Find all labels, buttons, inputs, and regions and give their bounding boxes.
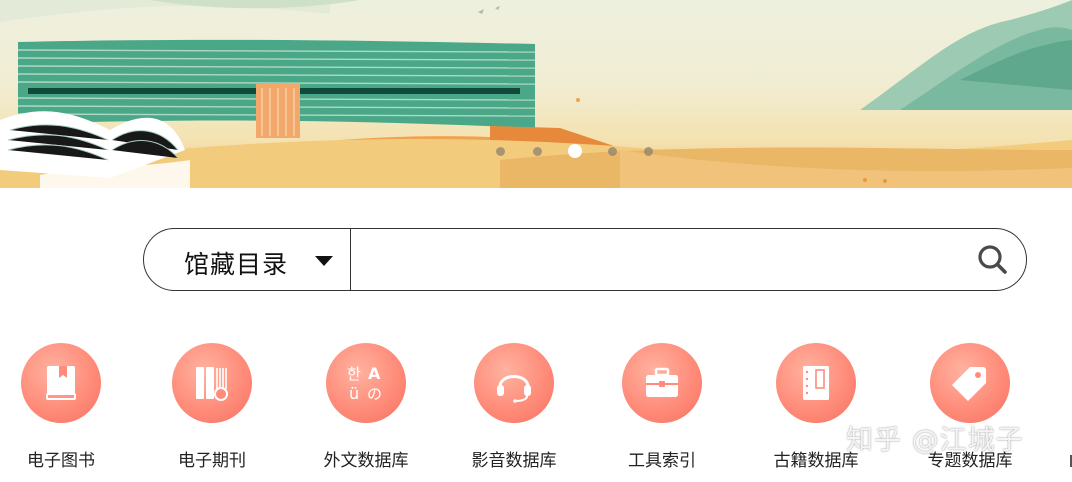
hero-banner[interactable]	[0, 0, 1072, 188]
foreign-language-icon: 한 A ü の	[347, 364, 382, 403]
tag-icon-circle	[930, 343, 1010, 423]
toolbox-icon-circle	[622, 343, 702, 423]
headphones-icon	[497, 375, 531, 403]
search-input[interactable]	[354, 235, 968, 285]
category-ejournals[interactable]: 电子期刊	[142, 343, 282, 473]
category-av-db[interactable]: 影音数据库	[444, 343, 584, 473]
banner-illustration	[0, 0, 1072, 188]
foreign-language-icon-circle: 한 A ü の	[326, 343, 406, 423]
journal-icon	[196, 367, 228, 401]
search-icon	[978, 245, 1007, 274]
carousel-dot[interactable]	[496, 147, 505, 156]
svg-text:한: 한	[347, 365, 361, 383]
category-label: 影音数据库	[471, 451, 557, 471]
ebook-icon-circle	[21, 343, 101, 423]
carousel-dot-active[interactable]	[568, 144, 582, 158]
carousel-dot[interactable]	[608, 147, 617, 156]
carousel-dot[interactable]	[533, 147, 542, 156]
headphones-icon-circle	[474, 343, 554, 423]
category-tools-index[interactable]: 工具索引	[592, 343, 732, 473]
category-label: 外文数据库	[323, 451, 409, 471]
category-ebooks[interactable]: 电子图书	[0, 343, 131, 473]
toolbox-icon	[646, 367, 678, 397]
search-bar: 馆藏目录	[143, 228, 1027, 291]
svg-text:A: A	[368, 364, 381, 383]
search-type-dropdown[interactable]: 馆藏目录	[144, 229, 351, 290]
tag-icon	[952, 367, 986, 401]
category-label: 电子图书	[27, 451, 95, 471]
ancient-book-icon	[803, 366, 829, 400]
ancient-book-icon-circle	[776, 343, 856, 423]
category-label: 电子期刊	[178, 451, 246, 471]
svg-text:ü: ü	[349, 384, 359, 403]
category-label: 工具索引	[628, 451, 696, 471]
ebook-icon	[46, 366, 76, 400]
carousel-dot[interactable]	[644, 147, 653, 156]
journal-icon-circle	[172, 343, 252, 423]
svg-text:の: の	[367, 385, 382, 403]
search-button[interactable]	[974, 241, 1012, 279]
category-foreign-db[interactable]: 한 A ü の 外文数据库	[296, 343, 436, 473]
search-type-label: 馆藏目录	[184, 250, 289, 279]
caret-down-icon	[315, 256, 333, 266]
watermark-text: 知乎 @江城子	[846, 425, 1024, 456]
carousel-indicators	[0, 143, 1072, 159]
